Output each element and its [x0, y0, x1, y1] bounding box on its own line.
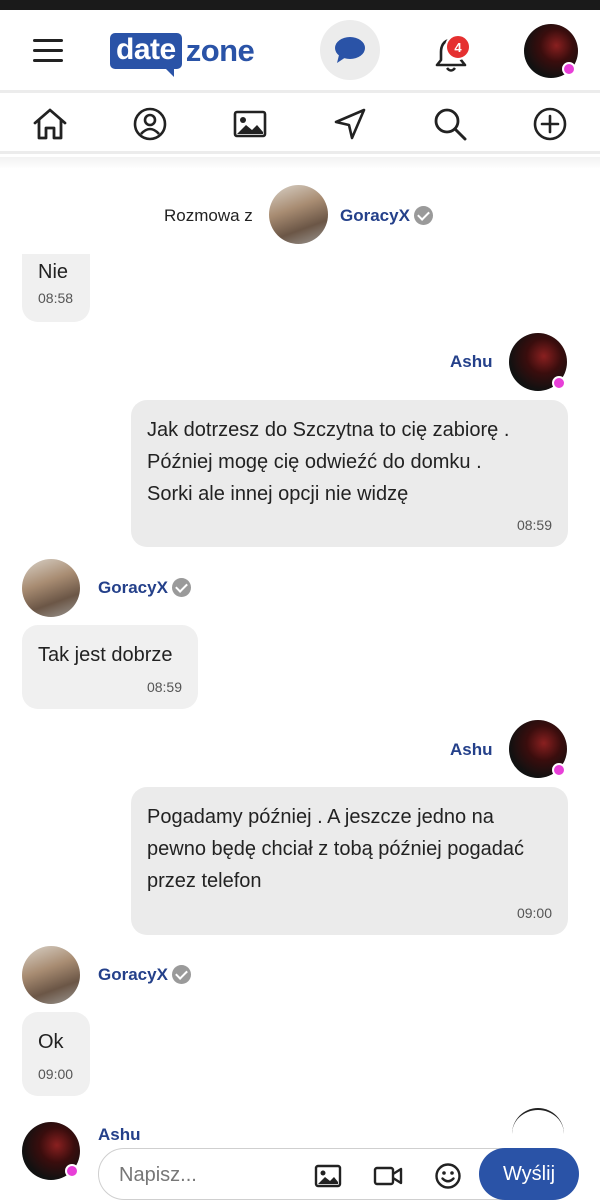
- main-nav: [0, 90, 600, 154]
- message-time: 09:00: [38, 1066, 74, 1082]
- my-profile-avatar[interactable]: [524, 24, 578, 78]
- top-bar: date zone 4: [0, 10, 600, 90]
- emoji-button[interactable]: [433, 1161, 463, 1191]
- message-bubble: Pogadamy później . A jeszcze jedno na pe…: [131, 787, 568, 935]
- attach-image-button[interactable]: [313, 1161, 343, 1191]
- sender-name: Ashu: [450, 352, 493, 371]
- message-bubble: Tak jest dobrze 08:59: [22, 625, 198, 709]
- nav-add[interactable]: [528, 102, 572, 146]
- message-time: 08:59: [146, 679, 182, 695]
- online-indicator: [562, 62, 576, 76]
- smiley-icon: [435, 1163, 461, 1189]
- sender-name[interactable]: GoracyX: [98, 965, 168, 985]
- online-indicator: [552, 376, 566, 390]
- plus-circle-icon: [533, 107, 567, 141]
- online-indicator: [65, 1164, 79, 1178]
- conversation-header: Rozmowa z GoracyX: [0, 184, 600, 248]
- navigation-arrow-icon: [334, 108, 366, 140]
- message-text-line: pewno będę chciał z tobą później pogadać: [147, 838, 524, 860]
- verified-icon: [172, 965, 191, 984]
- message-text-line: Jak dotrzesz do Szczytna to cię zabiorę …: [147, 419, 510, 441]
- message-bubble: Nie 08:58: [22, 254, 90, 322]
- home-icon: [33, 108, 67, 140]
- avatar[interactable]: [22, 946, 80, 1004]
- sender-name: Ashu: [98, 1125, 141, 1144]
- hamburger-icon[interactable]: [33, 39, 67, 63]
- user-circle-icon: [133, 107, 167, 141]
- message-text-line: Pogadamy później . A jeszcze jedno na: [147, 806, 494, 828]
- search-icon: [434, 108, 467, 141]
- divider: [0, 157, 600, 169]
- verified-icon: [414, 206, 433, 225]
- message-time: 09:00: [516, 905, 552, 921]
- message-time: 08:58: [38, 290, 74, 306]
- video-camera-icon: [373, 1166, 403, 1186]
- partner-avatar[interactable]: [269, 185, 328, 244]
- status-bar: [0, 0, 600, 10]
- logo[interactable]: date zone: [110, 31, 255, 77]
- nav-home[interactable]: [28, 102, 72, 146]
- message-bubble: Jak dotrzesz do Szczytna to cię zabiorę …: [131, 400, 568, 547]
- image-icon: [233, 110, 267, 138]
- message-composer: Wyślij: [98, 1148, 579, 1200]
- message-text: Tak jest dobrze: [38, 644, 173, 666]
- nav-search[interactable]: [428, 102, 472, 146]
- notification-badge: 4: [445, 34, 471, 60]
- message-text: Nie: [38, 261, 69, 283]
- message-text-line: Sorki ale innej opcji nie widzę: [147, 483, 409, 505]
- nav-gallery[interactable]: [228, 102, 272, 146]
- image-icon: [314, 1164, 342, 1188]
- sender-name: Ashu: [450, 740, 493, 759]
- video-call-button[interactable]: [373, 1161, 403, 1191]
- conversation-label: Rozmowa z: [164, 206, 253, 225]
- partner-name[interactable]: GoracyX: [340, 206, 410, 226]
- online-indicator: [552, 763, 566, 777]
- logo-date-text: date: [110, 33, 182, 77]
- avatar[interactable]: [22, 559, 80, 617]
- message-text: Ok: [38, 1031, 64, 1053]
- message-input[interactable]: [119, 1161, 299, 1189]
- logo-zone-text: zone: [185, 33, 255, 68]
- sender-name[interactable]: GoracyX: [98, 578, 168, 598]
- nav-profile[interactable]: [128, 102, 172, 146]
- message-text-line: Później mogę cię odwieźć do domku .: [147, 451, 482, 473]
- message-text-line: przez telefon: [147, 870, 262, 892]
- message-time: 08:59: [516, 517, 552, 533]
- messages-button[interactable]: [320, 20, 380, 80]
- message-bubble: Ok 09:00: [22, 1012, 90, 1096]
- chat-bubble-icon: [335, 37, 365, 63]
- nav-nearby[interactable]: [328, 102, 372, 146]
- verified-icon: [172, 578, 191, 597]
- send-button[interactable]: Wyślij: [479, 1148, 579, 1200]
